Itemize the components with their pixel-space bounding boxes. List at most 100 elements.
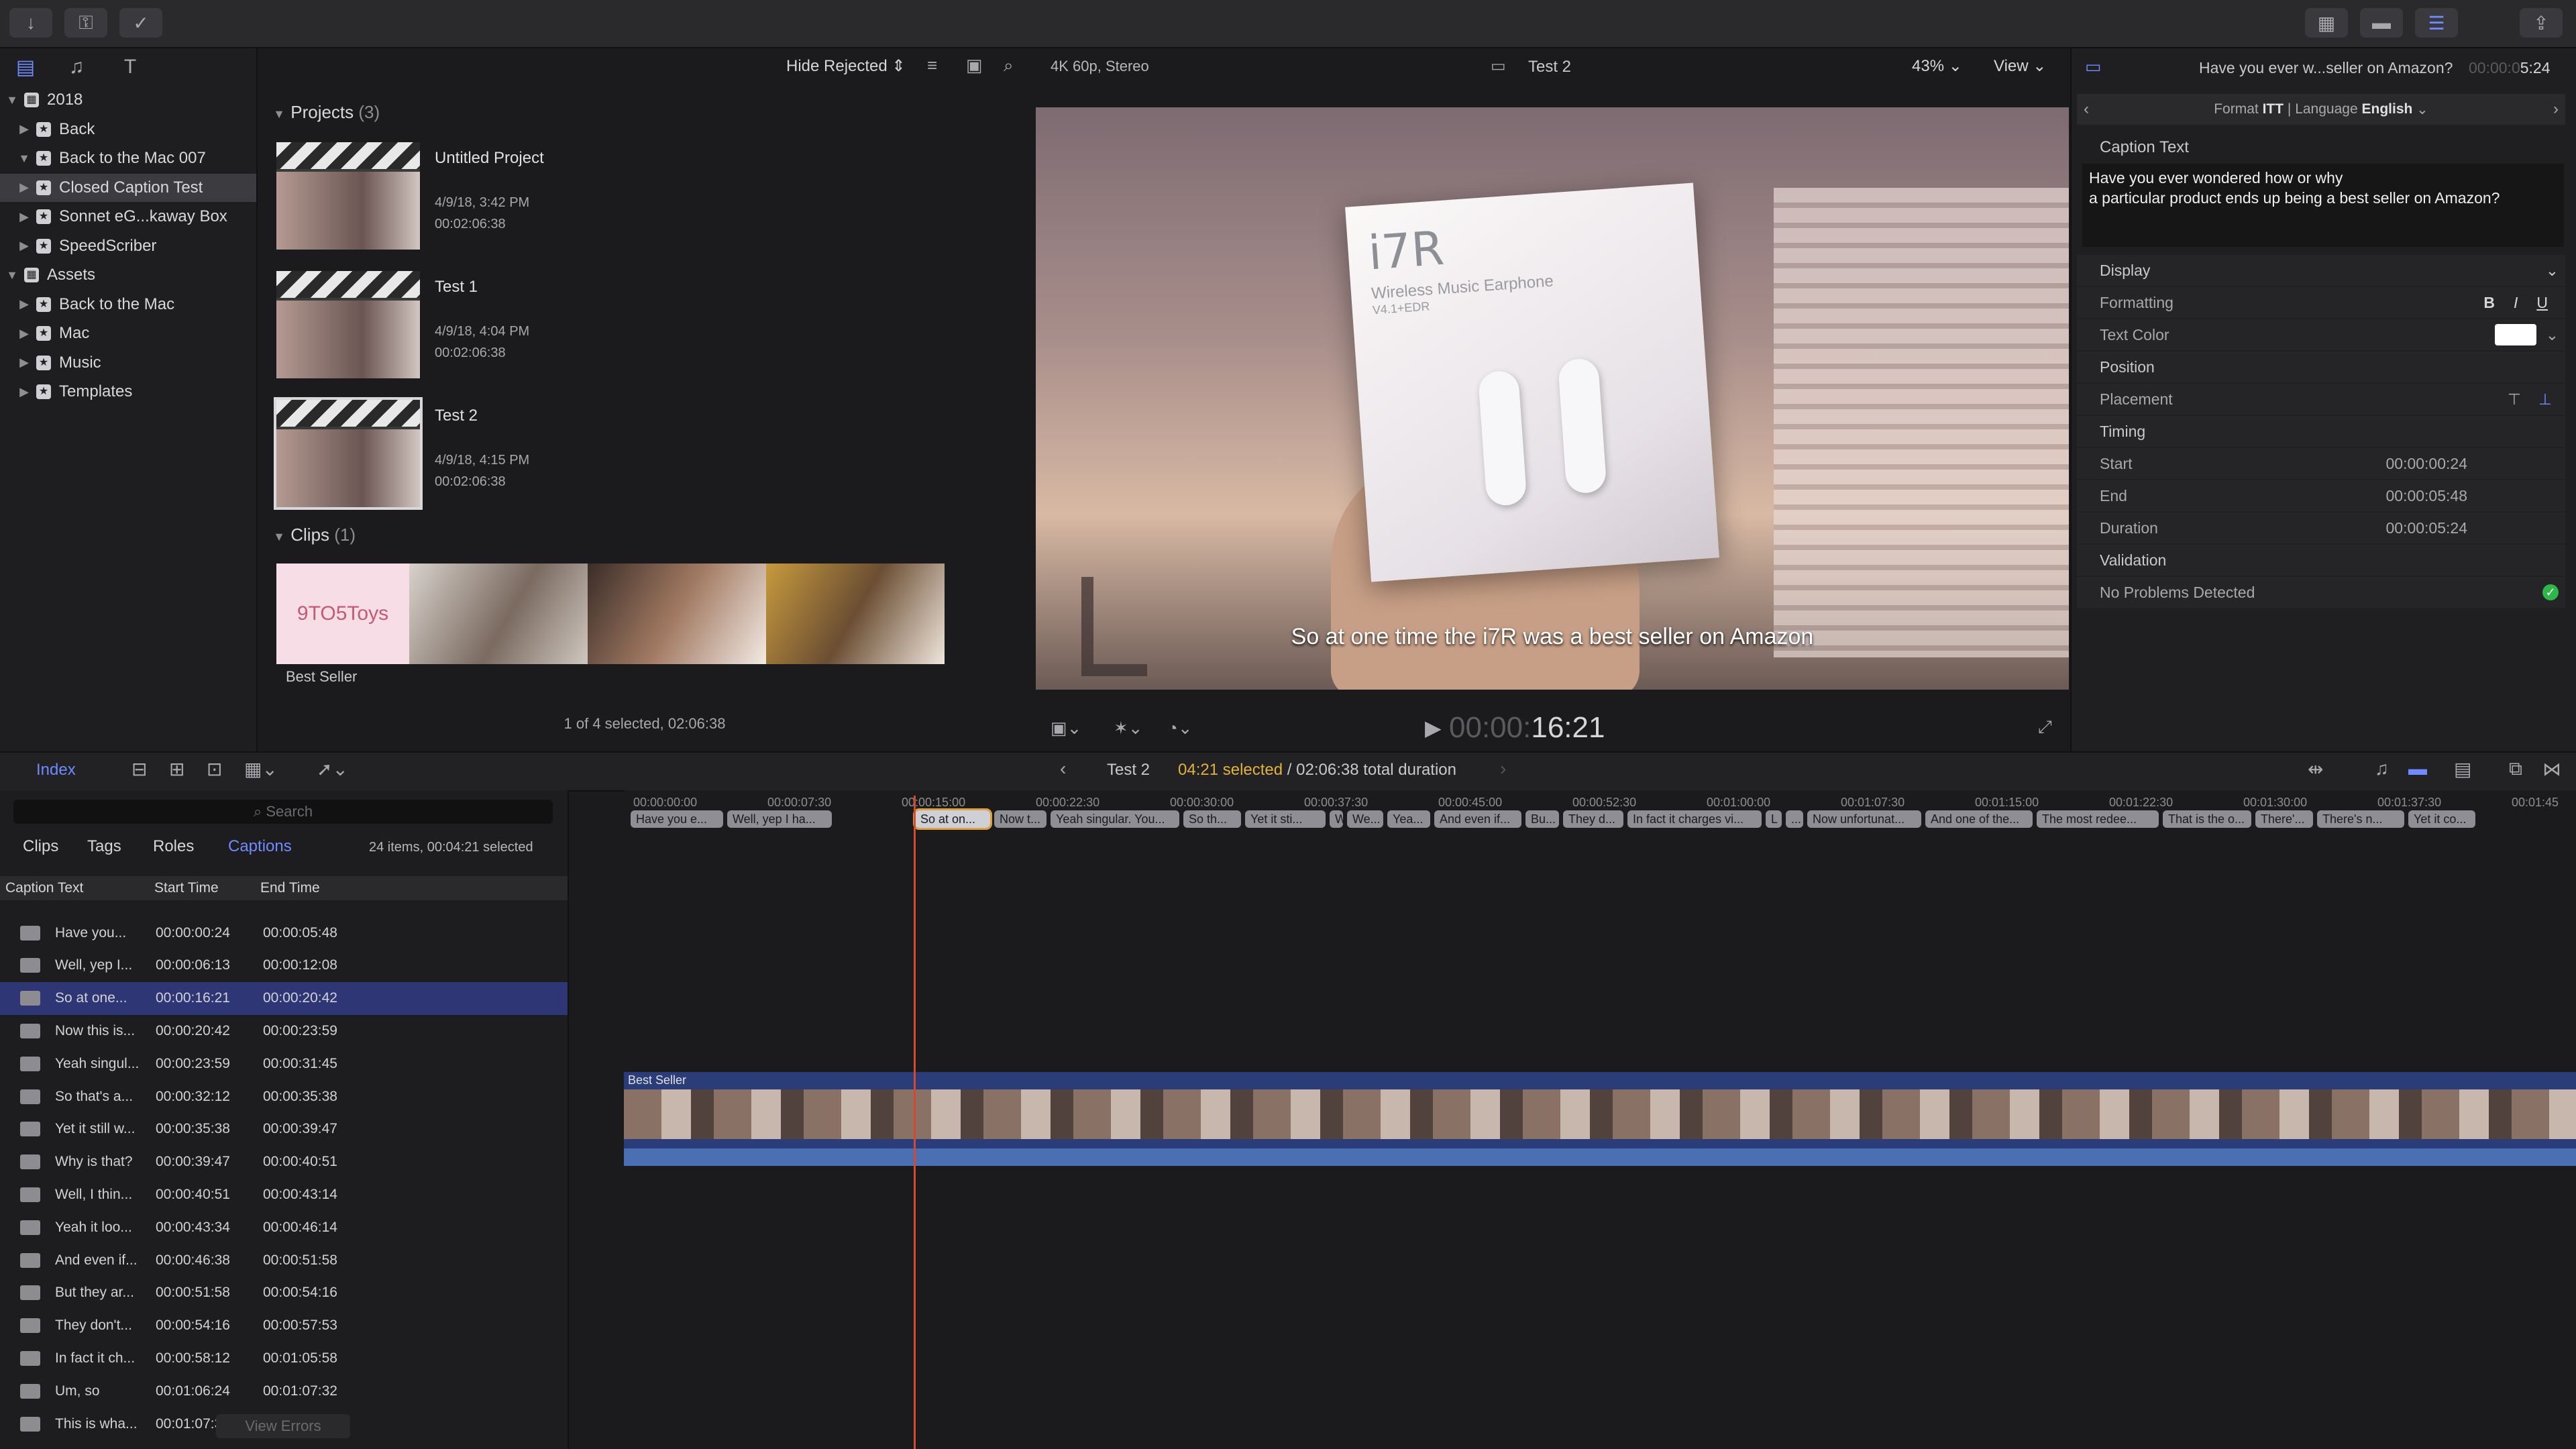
caption-clip[interactable]: ... (1786, 810, 1803, 828)
caption-clip[interactable]: L (1766, 810, 1782, 828)
caption-index-row[interactable]: Yeah singul... 00:00:23:59 00:00:31:45 (0, 1047, 568, 1080)
caption-index-row[interactable]: So that's a... 00:00:32:12 00:00:35:38 (0, 1080, 568, 1113)
select-tool-icon[interactable]: ➚⌄ (317, 758, 348, 780)
background-tasks-check-icon[interactable]: ✓ (119, 8, 162, 38)
caption-index-row[interactable]: Um, so 00:01:06:24 00:01:07:32 (0, 1375, 568, 1407)
disclosure-triangle-icon[interactable]: ▶ (17, 210, 31, 224)
effects-browser-icon[interactable]: ⋈ (2542, 758, 2561, 780)
caption-clip[interactable]: We... (1347, 810, 1383, 828)
keyword-key-icon[interactable]: ⚿ (64, 8, 107, 38)
caption-clip[interactable]: Yet it sti... (1245, 810, 1326, 828)
playhead[interactable] (914, 796, 916, 1449)
insert-edit-icon[interactable]: ⊞ (169, 758, 184, 780)
enhancements-popup-icon[interactable]: ✶⌄ (1114, 718, 1143, 739)
append-edit-icon[interactable]: ⊡ (207, 758, 222, 780)
library-item[interactable]: ▶ ★ SpeedScriber (0, 232, 256, 260)
caption-clip[interactable]: They d... (1563, 810, 1623, 828)
chevron-down-icon[interactable]: ⌄ (2546, 326, 2559, 344)
disclosure-triangle-icon[interactable]: ▼ (17, 152, 31, 166)
tab-roles[interactable]: Roles (153, 837, 194, 856)
library-item[interactable]: ▼ ▦ Assets (0, 261, 256, 289)
italic-button[interactable]: I (2514, 294, 2518, 312)
transform-popup-icon[interactable]: ▣⌄ (1051, 718, 1081, 739)
retime-popup-icon[interactable]: ◔⌄ (1167, 718, 1193, 739)
caption-index-row[interactable]: Yet it still w... 00:00:35:38 00:00:39:47 (0, 1113, 568, 1146)
caption-index-row[interactable]: And even if... 00:00:46:38 00:00:51:58 (0, 1244, 568, 1277)
placement-top-icon[interactable]: ⊤ (2508, 390, 2521, 409)
caption-clip[interactable]: The most redee... (2037, 810, 2159, 828)
view-errors-button[interactable]: View Errors (216, 1414, 350, 1438)
caption-clip[interactable]: So at on... (913, 808, 992, 830)
photos-audio-icon[interactable]: ♫ (64, 55, 89, 79)
caption-clip[interactable]: Yeah singular. You... (1051, 810, 1179, 828)
list-view-icon[interactable]: ≡ (927, 55, 937, 76)
snapping-icon[interactable]: ▤ (2454, 758, 2471, 780)
caption-clip[interactable]: Have you e... (631, 810, 723, 828)
disclosure-triangle-icon[interactable]: ▶ (17, 356, 31, 370)
caption-index-row[interactable]: Well, yep I... 00:00:06:13 00:00:12:08 (0, 949, 568, 982)
caption-clip[interactable]: That is the o... (2163, 810, 2251, 828)
previous-caption-icon[interactable]: ‹ (2084, 100, 2089, 119)
library-item[interactable]: ▶ ★ Back (0, 115, 256, 144)
caption-clip[interactable]: Yet it co... (2408, 810, 2475, 828)
titles-generators-icon[interactable]: T (118, 55, 142, 79)
browser-toggle-icon[interactable]: ▦ (2305, 8, 2348, 38)
start-value[interactable]: 00:00:00:24 (2385, 455, 2467, 473)
clips-section-header[interactable]: ▼ Clips (1) (272, 525, 356, 545)
column-end-time[interactable]: End Time (260, 880, 320, 896)
disclosure-triangle-icon[interactable]: ▶ (17, 297, 31, 311)
caption-index-row[interactable]: Have you... 00:00:00:24 00:00:05:48 (0, 916, 568, 949)
disclosure-triangle-icon[interactable]: ▶ (17, 385, 31, 399)
back-arrow-icon[interactable]: ‹ (1060, 758, 1066, 780)
zoom-popup[interactable]: 43% ⌄ (1912, 56, 1962, 76)
caption-clip[interactable]: In fact it charges vi... (1627, 810, 1762, 828)
clip-appearance-icon[interactable]: ▣ (966, 55, 983, 76)
search-icon[interactable]: ⌕ (1004, 55, 1014, 76)
disclosure-triangle-icon[interactable]: ▼ (5, 93, 19, 107)
connect-edit-icon[interactable]: ⊟ (131, 758, 147, 780)
caption-index-row[interactable]: So at one... 00:00:16:21 00:00:20:42 (0, 981, 568, 1015)
column-caption-text[interactable]: Caption Text (5, 880, 83, 896)
view-popup[interactable]: View ⌄ (1994, 56, 2046, 76)
end-value[interactable]: 00:00:05:48 (2385, 487, 2467, 505)
column-start-time[interactable]: Start Time (154, 880, 219, 896)
overwrite-edit-icon[interactable]: ▦⌄ (244, 758, 278, 780)
display-section-header[interactable]: Display ⌄ (2077, 255, 2565, 286)
search-field[interactable]: ⌕ Search (13, 800, 553, 824)
projects-section-header[interactable]: ▼ Projects (3) (272, 102, 380, 123)
caption-index-row[interactable]: Why is that? 00:00:39:47 00:00:40:51 (0, 1146, 568, 1179)
caption-clip[interactable]: Bu... (1525, 810, 1559, 828)
disclosure-triangle-icon[interactable]: ▶ (17, 327, 31, 341)
project-title[interactable]: Untitled Project (435, 149, 544, 168)
library-item[interactable]: ▶ ★ Music (0, 349, 256, 377)
caption-index-row[interactable]: Now this is... 00:00:20:42 00:00:23:59 (0, 1014, 568, 1047)
disclosure-triangle-icon[interactable]: ▶ (17, 180, 31, 195)
project-title[interactable]: Test 1 (435, 278, 478, 297)
disclosure-triangle-icon[interactable]: ▼ (5, 268, 19, 282)
caption-index-row[interactable]: But they ar... 00:00:51:58 00:00:54:16 (0, 1277, 568, 1309)
caption-clip[interactable]: Now t... (994, 810, 1046, 828)
clip-appearance-icon[interactable]: ⧉ (2509, 758, 2522, 780)
clip-name[interactable]: Best Seller (286, 668, 357, 686)
caption-clip[interactable]: So th... (1183, 810, 1241, 828)
bold-button[interactable]: B (2483, 294, 2495, 312)
caption-clip[interactable]: Now unfortunat... (1807, 810, 1921, 828)
caption-clip[interactable]: And one of the... (1925, 810, 2033, 828)
tab-captions[interactable]: Captions (228, 837, 292, 856)
index-button[interactable]: Index (36, 761, 76, 780)
solo-icon[interactable]: ▬ (2408, 758, 2427, 780)
underline-button[interactable]: U (2536, 294, 2548, 312)
duration-field[interactable]: 00:00:05:24 (2385, 519, 2467, 537)
video-frame[interactable]: i7R Wireless Music Earphone V4.1+EDR So … (1036, 107, 2069, 690)
format-language-bar[interactable]: ‹ Format ITT | Language English ⌄ › (2077, 94, 2565, 125)
caption-text-field[interactable]: Have you ever wondered how or why a part… (2082, 164, 2564, 247)
tab-tags[interactable]: Tags (87, 837, 121, 856)
caption-clip[interactable]: Yea... (1387, 810, 1430, 828)
filter-popup[interactable]: Hide Rejected ⇕ (786, 56, 906, 76)
import-download-icon[interactable]: ↓ (9, 8, 52, 38)
caption-index-row[interactable]: In fact it ch... 00:00:58:12 00:01:05:58 (0, 1342, 568, 1375)
disclosure-triangle-icon[interactable]: ▶ (17, 122, 31, 136)
caption-clip[interactable]: Well, yep I ha... (727, 810, 832, 828)
viewer-caption-overlay[interactable]: So at one time the i7R was a best seller… (1036, 624, 2069, 650)
inspector-toggle-icon[interactable]: ☰ (2415, 8, 2458, 38)
